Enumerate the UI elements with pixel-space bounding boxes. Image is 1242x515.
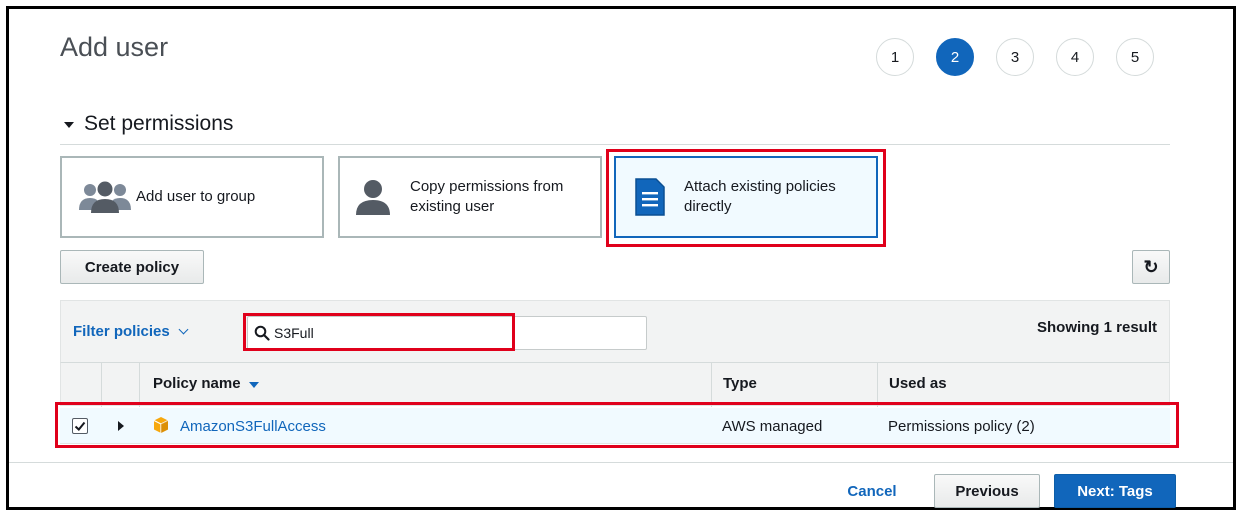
step-3[interactable]: 3 bbox=[996, 38, 1034, 76]
refresh-button[interactable]: ↻ bbox=[1132, 250, 1170, 284]
sort-desc-icon bbox=[248, 381, 259, 388]
column-divider bbox=[711, 363, 712, 407]
column-used-as: Used as bbox=[889, 375, 947, 392]
policy-box-icon bbox=[153, 417, 169, 433]
policy-name-link[interactable]: AmazonS3FullAccess bbox=[180, 418, 326, 435]
previous-button[interactable]: Previous bbox=[934, 474, 1040, 508]
chevron-down-icon bbox=[178, 324, 189, 335]
column-label: Used as bbox=[889, 375, 947, 392]
create-policy-button[interactable]: Create policy bbox=[60, 250, 204, 284]
step-1[interactable]: 1 bbox=[876, 38, 914, 76]
search-input[interactable] bbox=[274, 325, 634, 341]
expand-caret-icon[interactable] bbox=[118, 421, 124, 431]
column-label: Policy name bbox=[153, 375, 241, 392]
option-attach-policies[interactable]: Attach existing policies directly bbox=[614, 156, 878, 238]
step-5[interactable]: 5 bbox=[1116, 38, 1154, 76]
filter-label: Filter policies bbox=[73, 323, 170, 340]
option-label: Copy permissions from existing user bbox=[410, 178, 564, 215]
filter-policies-dropdown[interactable]: Filter policies bbox=[73, 323, 189, 340]
checkmark-icon bbox=[74, 421, 86, 431]
filter-bar: Filter policies Showing 1 result bbox=[60, 300, 1170, 362]
step-2[interactable]: 2 bbox=[936, 38, 974, 76]
column-label: Type bbox=[723, 375, 757, 392]
policy-used-as: Permissions policy (2) bbox=[888, 418, 1035, 435]
next-tags-button[interactable]: Next: Tags bbox=[1054, 474, 1176, 508]
option-label: Attach existing policies directly bbox=[684, 178, 836, 215]
page-title: Add user bbox=[60, 32, 169, 62]
footer-divider bbox=[9, 462, 1233, 463]
user-icon bbox=[356, 180, 390, 215]
search-box[interactable] bbox=[247, 316, 647, 350]
column-divider bbox=[139, 363, 140, 407]
result-count: Showing 1 result bbox=[1036, 319, 1157, 336]
policy-type: AWS managed bbox=[722, 418, 823, 435]
caret-down-icon bbox=[64, 122, 74, 128]
cancel-button[interactable]: Cancel bbox=[830, 474, 914, 508]
table-row[interactable]: AmazonS3FullAccess AWS managed Permissio… bbox=[60, 408, 1170, 444]
column-type: Type bbox=[723, 375, 757, 392]
row-checkbox[interactable] bbox=[72, 418, 88, 434]
step-indicator: 1 2 3 4 5 bbox=[876, 38, 1176, 76]
column-divider bbox=[101, 363, 102, 407]
user-group-icon bbox=[79, 181, 131, 213]
column-policy-name[interactable]: Policy name bbox=[153, 375, 259, 392]
document-icon bbox=[635, 178, 665, 216]
table-header: Policy name Type Used as bbox=[60, 362, 1170, 407]
option-label: Add user to group bbox=[136, 188, 256, 205]
option-add-user-to-group[interactable]: Add user to group bbox=[60, 156, 324, 238]
section-title: Set permissions bbox=[84, 112, 234, 135]
set-permissions-toggle[interactable]: Set permissions bbox=[64, 112, 233, 136]
option-copy-permissions[interactable]: Copy permissions from existing user bbox=[338, 156, 602, 238]
refresh-icon: ↻ bbox=[1143, 256, 1159, 277]
column-divider bbox=[877, 363, 878, 407]
step-4[interactable]: 4 bbox=[1056, 38, 1094, 76]
section-divider bbox=[60, 144, 1170, 145]
search-icon bbox=[254, 325, 270, 341]
